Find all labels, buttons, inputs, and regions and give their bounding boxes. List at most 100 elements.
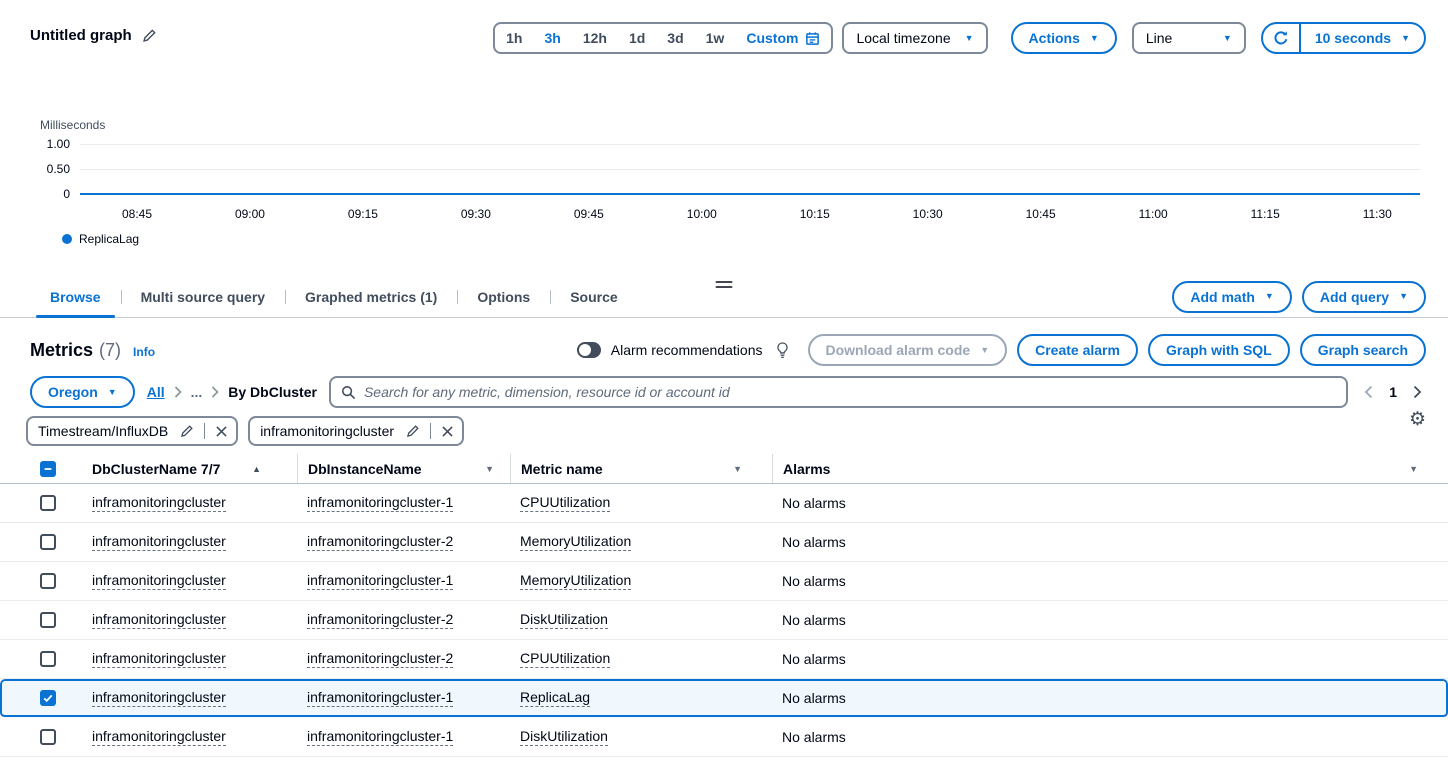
table-row[interactable]: inframonitoringcluster inframonitoringclu… <box>0 484 1448 523</box>
sort-caret-icon: ▼ <box>1409 464 1418 474</box>
row-checkbox[interactable] <box>40 690 56 706</box>
instance-name-link[interactable]: inframonitoringcluster-2 <box>307 611 453 629</box>
column-header-alarms[interactable]: Alarms ▼ <box>772 454 1426 483</box>
x-tick-label: 10:15 <box>800 207 830 221</box>
region-select[interactable]: Oregon ▼ <box>30 376 135 408</box>
download-alarm-code-button[interactable]: Download alarm code ▼ <box>808 334 1008 366</box>
table-row[interactable]: inframonitoringcluster inframonitoringclu… <box>0 523 1448 562</box>
chevron-right-icon <box>1413 385 1422 399</box>
metric-name-link[interactable]: DiskUtilization <box>520 728 608 746</box>
time-range-3d[interactable]: 3d <box>656 24 694 52</box>
refresh-button[interactable] <box>1263 24 1301 52</box>
cluster-name-link[interactable]: inframonitoringcluster <box>92 728 226 746</box>
panel-resize-handle[interactable] <box>716 281 733 291</box>
time-range-3h[interactable]: 3h <box>533 24 571 52</box>
metric-name-link[interactable]: CPUUtilization <box>520 494 610 512</box>
row-checkbox[interactable] <box>40 534 56 550</box>
timezone-select[interactable]: Local timezone ▼ <box>842 22 987 54</box>
refresh-group: 10 seconds ▼ <box>1261 22 1426 54</box>
graph-with-sql-button[interactable]: Graph with SQL <box>1148 334 1290 366</box>
instance-name-link[interactable]: inframonitoringcluster-1 <box>307 689 453 707</box>
page-number[interactable]: 1 <box>1389 384 1397 400</box>
lightbulb-icon[interactable] <box>775 342 790 359</box>
instance-name-link[interactable]: inframonitoringcluster-2 <box>307 533 453 551</box>
select-all-checkbox[interactable] <box>40 461 56 477</box>
add-math-button[interactable]: Add math ▼ <box>1172 281 1291 313</box>
cluster-name-link[interactable]: inframonitoringcluster <box>92 689 226 707</box>
time-range-1d[interactable]: 1d <box>618 24 656 52</box>
add-query-button[interactable]: Add query ▼ <box>1302 281 1426 313</box>
row-checkbox[interactable] <box>40 729 56 745</box>
instance-name-link[interactable]: inframonitoringcluster-1 <box>307 572 453 590</box>
table-header: DbClusterName 7/7 ▲ DbInstanceName ▼ Met… <box>0 454 1448 484</box>
time-range-1w[interactable]: 1w <box>695 24 736 52</box>
previous-page-button[interactable] <box>1364 385 1373 399</box>
table-row[interactable]: inframonitoringcluster inframonitoringclu… <box>0 679 1448 718</box>
row-checkbox[interactable] <box>40 612 56 628</box>
metric-name-link[interactable]: CPUUtilization <box>520 650 610 668</box>
sort-caret-icon: ▼ <box>733 464 742 474</box>
remove-filter-icon[interactable] <box>207 418 236 444</box>
table-row[interactable]: inframonitoringcluster inframonitoringclu… <box>0 640 1448 679</box>
chart-type-label: Line <box>1146 30 1172 46</box>
cluster-name-link[interactable]: inframonitoringcluster <box>92 650 226 668</box>
time-range-1h[interactable]: 1h <box>495 24 533 52</box>
column-header-dbclustername[interactable]: DbClusterName 7/7 ▲ <box>92 454 297 483</box>
gear-icon[interactable]: ⚙ <box>1409 410 1426 429</box>
column-header-metric-name[interactable]: Metric name ▼ <box>510 454 772 483</box>
cluster-name-link[interactable]: inframonitoringcluster <box>92 494 226 512</box>
filter-pills-row: Timestream/InfluxDBinframonitoringcluste… <box>0 408 1448 446</box>
graph-with-sql-label: Graph with SQL <box>1166 342 1272 358</box>
refresh-interval-select[interactable]: 10 seconds ▼ <box>1301 24 1424 52</box>
chevron-down-icon: ▼ <box>965 34 974 43</box>
instance-name-link[interactable]: inframonitoringcluster-1 <box>307 494 453 512</box>
add-query-label: Add query <box>1320 289 1389 305</box>
metric-name-link[interactable]: MemoryUtilization <box>520 533 631 551</box>
actions-button[interactable]: Actions ▼ <box>1011 22 1117 54</box>
tab-graphed-metrics-1[interactable]: Graphed metrics (1) <box>285 276 457 317</box>
table-row[interactable]: inframonitoringcluster inframonitoringclu… <box>0 562 1448 601</box>
plot-area[interactable]: 1.00 0.50 0 <box>80 144 1420 198</box>
tab-source[interactable]: Source <box>550 276 637 317</box>
chevron-down-icon: ▼ <box>980 346 989 355</box>
remove-filter-icon[interactable] <box>433 418 462 444</box>
info-link[interactable]: Info <box>133 345 155 359</box>
column-header-dbinstancename[interactable]: DbInstanceName ▼ <box>297 454 510 483</box>
time-range-12h[interactable]: 12h <box>572 24 618 52</box>
filter-pill-inframonitoringcluster: inframonitoringcluster <box>248 416 464 446</box>
row-checkbox[interactable] <box>40 573 56 589</box>
instance-name-link[interactable]: inframonitoringcluster-1 <box>307 728 453 746</box>
time-range-custom[interactable]: Custom <box>735 24 831 52</box>
breadcrumb-all-link[interactable]: All <box>147 384 165 400</box>
graph-search-button[interactable]: Graph search <box>1300 334 1426 366</box>
cluster-name-link[interactable]: inframonitoringcluster <box>92 611 226 629</box>
create-alarm-button[interactable]: Create alarm <box>1017 334 1138 366</box>
cluster-name-link[interactable]: inframonitoringcluster <box>92 572 226 590</box>
metric-name-link[interactable]: ReplicaLag <box>520 689 590 707</box>
chevron-down-icon: ▼ <box>108 388 117 397</box>
alarms-cell: No alarms <box>772 679 1426 717</box>
metric-search-input[interactable] <box>364 384 1336 400</box>
edit-filter-icon[interactable] <box>402 424 424 438</box>
calendar-icon <box>805 31 820 46</box>
tab-options[interactable]: Options <box>457 276 550 317</box>
metric-name-link[interactable]: MemoryUtilization <box>520 572 631 590</box>
chart-legend-item[interactable]: ReplicaLag <box>62 232 1420 246</box>
tab-browse[interactable]: Browse <box>30 276 121 317</box>
breadcrumb-ellipsis-link[interactable]: ... <box>191 384 203 400</box>
chart-type-select[interactable]: Line ▼ <box>1132 22 1246 54</box>
table-row[interactable]: inframonitoringcluster inframonitoringclu… <box>0 601 1448 640</box>
edit-filter-icon[interactable] <box>176 424 198 438</box>
table-row[interactable]: inframonitoringcluster inframonitoringclu… <box>0 718 1448 757</box>
alarm-recommendations-toggle[interactable] <box>577 342 601 358</box>
x-tick-label: 09:15 <box>348 207 378 221</box>
metric-name-link[interactable]: DiskUtilization <box>520 611 608 629</box>
row-checkbox[interactable] <box>40 651 56 667</box>
metrics-title-wrap: Metrics (7) Info <box>30 340 155 361</box>
row-checkbox[interactable] <box>40 495 56 511</box>
edit-title-icon[interactable] <box>142 28 157 43</box>
instance-name-link[interactable]: inframonitoringcluster-2 <box>307 650 453 668</box>
tab-multi-source-query[interactable]: Multi source query <box>121 276 285 317</box>
cluster-name-link[interactable]: inframonitoringcluster <box>92 533 226 551</box>
next-page-button[interactable] <box>1413 385 1422 399</box>
